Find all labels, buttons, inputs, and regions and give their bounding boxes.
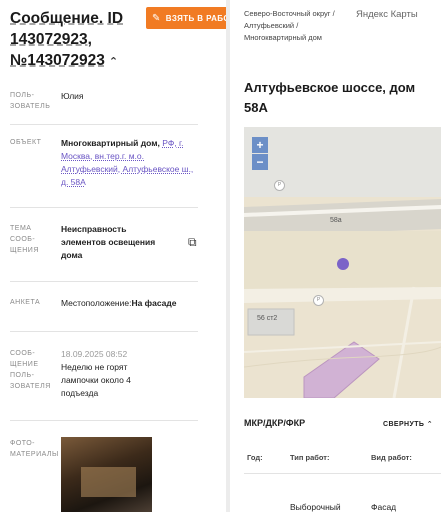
topic-value: Неисправность элементов освещения дома: [61, 223, 171, 262]
object-type: Многоквартирный дом,: [61, 138, 160, 148]
house-number-label: 58а: [330, 217, 342, 224]
author-value: Юлия: [61, 91, 84, 101]
form-answer: На фасаде: [131, 298, 177, 308]
object-panel: Северо-Восточный округ / Алтуфьевский / …: [230, 0, 441, 512]
divider: [10, 281, 198, 282]
object-value: Многоквартирный дом, РФ, г. Москва, вн.т…: [61, 137, 196, 189]
topic-value-text: Неисправность элементов освещения дома: [61, 224, 156, 260]
author-label: ПОЛЬ-ЗОВАТЕЛЬ: [10, 92, 51, 110]
poi-parking-icon[interactable]: P: [313, 295, 324, 306]
col-kind-header: Вид работ:: [371, 453, 412, 462]
message-label: СООБ-ЩЕНИЕ ПОЛЬ-ЗОВАТЕЛЯ: [10, 350, 51, 390]
breadcrumb: Северо-Восточный округ / Алтуфьевский / …: [244, 9, 335, 42]
message-value: 18.09.2025 08:52 Неделю не горят лампочк…: [61, 348, 196, 400]
zoom-out-button[interactable]: −: [252, 154, 268, 170]
message-title[interactable]: Сообщение. ID 143072923, №143072923 ⌃: [10, 8, 140, 73]
chevron-up-icon[interactable]: ⌃: [109, 56, 118, 68]
map-provider-label: Яндекс Карты: [356, 9, 418, 20]
object-address-heading: Алтуфьевское шоссе, дом 58А: [244, 80, 416, 115]
row-kind-cell: Фасад: [371, 502, 397, 512]
object-label: ОБЪЕКТ: [10, 139, 42, 146]
collapse-label: СВЕРНУТЬ: [383, 421, 425, 428]
form-value: Местоположение:На фасаде: [61, 297, 196, 310]
divider: [10, 124, 198, 125]
message-panel: Сообщение. ID 143072923, №143072923 ⌃ ✎ В…: [0, 0, 226, 512]
col-type-header: Тип работ:: [290, 453, 330, 462]
take-to-work-button[interactable]: ✎ ВЗЯТЬ В РАБОТУ: [146, 7, 226, 29]
divider: [10, 331, 198, 332]
photo-thumbnail[interactable]: [61, 437, 152, 512]
take-to-work-label: ВЗЯТЬ В РАБОТУ: [165, 13, 226, 23]
form-key: Местоположение:: [61, 298, 132, 308]
works-section-title: МКР/ДКР/ФКР: [244, 418, 306, 428]
message-text: Неделю не горят лампочки около 4 подъезд…: [61, 362, 131, 398]
photos-label: ФОТО-МАТЕРИАЛЫ: [10, 440, 59, 458]
building-label: 56 ст2: [257, 315, 278, 322]
zoom-in-button[interactable]: +: [252, 137, 268, 153]
row-type-cell: Выборочный: [290, 502, 341, 512]
table-divider: [244, 473, 441, 474]
collapse-button[interactable]: СВЕРНУТЬ ⌃: [383, 420, 433, 428]
topic-label: ТЕМА СООБ-ЩЕНИЯ: [10, 225, 39, 254]
form-label: АНКЕТА: [10, 299, 41, 306]
chevron-up-icon: ⌃: [426, 421, 433, 428]
message-title-text[interactable]: Сообщение. ID 143072923, №143072923: [10, 10, 123, 69]
external-link-icon[interactable]: ⧉: [188, 235, 197, 250]
poi-parking-icon[interactable]: P: [274, 180, 285, 191]
divider: [10, 420, 198, 421]
divider: [10, 207, 198, 208]
col-year-header: Год:: [247, 453, 263, 462]
location-marker-icon[interactable]: [337, 258, 349, 270]
pencil-icon: ✎: [152, 12, 161, 24]
message-date: 18.09.2025 08:52: [61, 349, 128, 359]
map-view[interactable]: + − P P 58а 56 ст2: [244, 127, 441, 398]
